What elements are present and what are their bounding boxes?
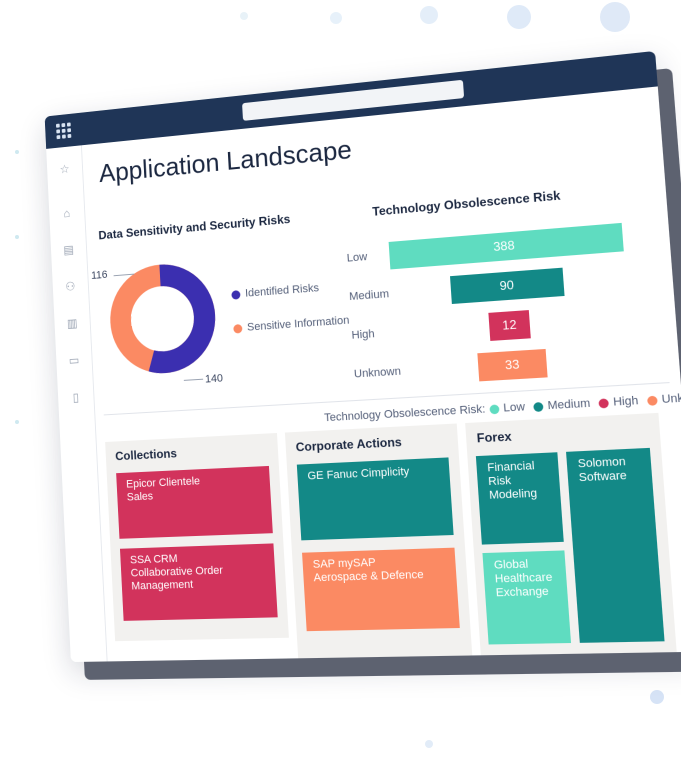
page-title: Application Landscape — [98, 134, 352, 189]
bar-chart-title: Technology Obsolescence Risk — [372, 188, 561, 219]
window-frame: ☆ ⌂ ▤ ⚇ ▥ ▭ ▯ Application Landscape Data… — [45, 51, 681, 662]
main-content: Application Landscape Data Sensitivity a… — [81, 86, 681, 661]
donut-chart — [107, 251, 219, 387]
app-tile[interactable]: SAP mySAP Aerospace & Defence — [302, 548, 460, 632]
bar-high[interactable]: 12 — [488, 310, 531, 341]
bar-category-label: Medium — [349, 288, 390, 303]
donut-value-identified: 140 — [205, 372, 223, 385]
document-icon[interactable]: ▭ — [67, 353, 81, 368]
collections-panel: Collections Epicor Clientele Sales SSA C… — [105, 433, 289, 641]
obsolescence-legend-title: Technology Obsolescence Risk: — [324, 403, 486, 424]
legend-unknown-dot — [647, 395, 658, 405]
legend-high-dot — [599, 398, 610, 408]
legend-sensitive-label: Sensitive Information — [247, 314, 350, 333]
app-grid-icon[interactable] — [56, 122, 71, 139]
dashboard-icon[interactable]: ▤ — [62, 243, 76, 258]
donut-chart-title: Data Sensitivity and Security Risks — [98, 212, 291, 242]
browser-window: ☆ ⌂ ▤ ⚇ ▥ ▭ ▯ Application Landscape Data… — [45, 51, 681, 662]
bar-category-label: Low — [346, 251, 367, 265]
legend-low-label: Low — [503, 401, 525, 415]
legend-medium-dot — [533, 401, 543, 411]
legend-sensitive: Sensitive Information — [233, 314, 350, 334]
library-icon[interactable]: ▥ — [65, 316, 79, 331]
legend-identified: Identified Risks — [231, 282, 319, 301]
home-icon[interactable]: ⌂ — [60, 206, 74, 221]
legend-low-dot — [489, 404, 499, 414]
bar-unknown[interactable]: 33 — [477, 349, 547, 381]
legend-medium-label: Medium — [547, 397, 590, 412]
legend-identified-dot — [231, 290, 240, 300]
app-tile[interactable]: Financial Risk Modeling — [476, 452, 564, 544]
bar-category-label: Unknown — [354, 365, 402, 380]
corporate-actions-title: Corporate Actions — [295, 435, 402, 455]
bar-low[interactable]: 388 — [389, 223, 624, 270]
report-icon[interactable]: ▯ — [69, 390, 83, 404]
bar-medium[interactable]: 90 — [450, 268, 565, 304]
donut-value-sensitive: 116 — [91, 269, 108, 282]
star-icon[interactable]: ☆ — [58, 162, 71, 177]
app-tile[interactable]: Global Healthcare Exchange — [482, 550, 571, 644]
legend-high-label: High — [613, 395, 639, 409]
legend-unknown-label: Unknown — [661, 390, 681, 406]
collections-title: Collections — [115, 446, 177, 463]
app-tile[interactable]: SSA CRM Collaborative Order Management — [120, 543, 278, 620]
app-tile[interactable]: Solomon Software — [566, 448, 665, 643]
bar-category-label: High — [351, 328, 375, 342]
app-tile[interactable]: GE Fanuc Cimplicity — [297, 457, 454, 540]
corporate-actions-panel: Corporate Actions GE Fanuc Cimplicity SA… — [285, 423, 472, 658]
app-tile[interactable]: Epicor Clientele Sales — [116, 466, 273, 539]
forex-panel: Forex Financial Risk Modeling Solomon So… — [465, 413, 678, 662]
legend-identified-label: Identified Risks — [245, 282, 319, 300]
legend-sensitive-dot — [233, 324, 242, 334]
forex-title: Forex — [476, 429, 512, 445]
people-icon[interactable]: ⚇ — [64, 279, 78, 294]
app-mockup: ☆ ⌂ ▤ ⚇ ▥ ▭ ▯ Application Landscape Data… — [0, 0, 681, 780]
